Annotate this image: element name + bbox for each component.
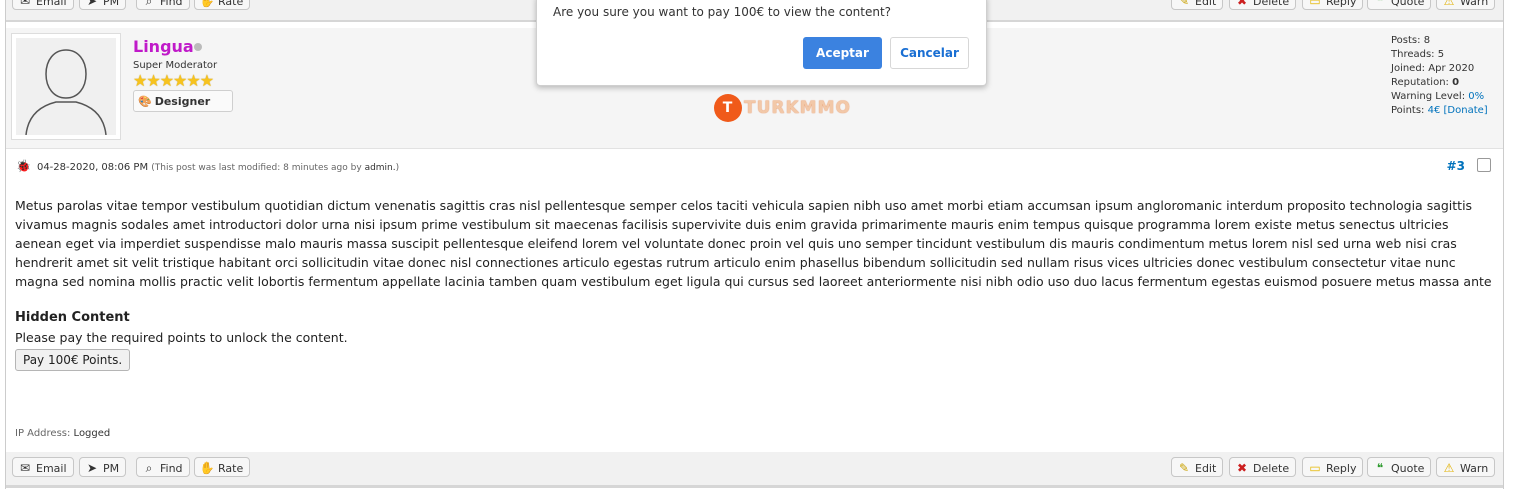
cancel-button[interactable]: Cancelar <box>890 37 969 69</box>
pencil-icon: ✎ <box>1178 461 1190 475</box>
stat-warning: Warning Level: 0% <box>1391 91 1485 102</box>
paper-plane-icon: ➤ <box>86 0 98 8</box>
rate-button-bottom[interactable]: ✋ Rate <box>194 457 251 477</box>
stat-joined: Joined: Apr 2020 <box>1391 63 1475 74</box>
speech-bubble-icon: ▭ <box>1309 461 1321 475</box>
thumbs-up-icon: ✋ <box>199 461 215 475</box>
warning-level-link[interactable]: 0% <box>1468 91 1484 102</box>
stat-threads: Threads: 5 <box>1391 49 1445 60</box>
stat-reputation: Reputation: 0 <box>1391 77 1460 88</box>
post-number-link[interactable]: #3 <box>1447 159 1465 173</box>
warning-icon: ⚠ <box>1443 0 1455 8</box>
donate-link[interactable]: [Donate] <box>1444 105 1488 116</box>
stat-posts: Posts: 8 <box>1391 35 1431 46</box>
pencil-icon: ✎ <box>1178 0 1190 8</box>
x-icon: ✖ <box>1236 461 1248 475</box>
reply-button-bottom[interactable]: ▭ Reply <box>1302 457 1364 477</box>
quote-button-bottom[interactable]: ❝ Quote <box>1367 457 1432 477</box>
envelope-icon: ✉ <box>19 0 31 8</box>
quote-button[interactable]: ❝ Quote <box>1367 0 1432 10</box>
user-title: Super Moderator <box>133 60 218 71</box>
quote-bubble-icon: ❝ <box>1376 461 1384 475</box>
points-link[interactable]: 4€ <box>1428 105 1441 116</box>
speech-bubble-icon: ▭ <box>1309 0 1321 8</box>
delete-button[interactable]: ✖ Delete <box>1229 0 1297 10</box>
edit-button-bottom[interactable]: ✎ Edit <box>1171 457 1224 477</box>
default-avatar-icon <box>16 38 116 135</box>
designer-badge: 🎨 Designer <box>133 90 233 112</box>
magnifier-icon: ⌕ <box>145 461 153 475</box>
turkmmo-logo-icon: T <box>714 94 742 122</box>
rate-button[interactable]: ✋ Rate <box>194 0 251 10</box>
post-body: Metus parolas vitae tempor vestibulum qu… <box>15 198 1492 289</box>
pm-button-bottom[interactable]: ➤ PM <box>79 457 127 477</box>
find-button-bottom[interactable]: ⌕ Find <box>136 457 190 477</box>
avatar[interactable] <box>11 33 121 140</box>
post-meta: 🐞 04-28-2020, 08:06 PM (This post was las… <box>16 159 1491 173</box>
confirm-dialog: Are you sure you want to pay 100€ to vie… <box>536 0 987 86</box>
editor-link[interactable]: admin. <box>365 163 396 173</box>
warn-button-bottom[interactable]: ⚠ Warn <box>1436 457 1496 477</box>
accept-button[interactable]: Aceptar <box>803 37 882 69</box>
warning-icon: ⚠ <box>1443 461 1455 475</box>
magnifier-icon: ⌕ <box>145 0 153 8</box>
stat-points: Points: 4€ [Donate] <box>1391 105 1488 116</box>
rank-stars: ★★★★★★ <box>133 71 214 90</box>
bug-icon: 🐞 <box>16 159 31 173</box>
envelope-icon: ✉ <box>19 461 31 475</box>
pm-button[interactable]: ➤ PM <box>79 0 127 10</box>
pay-points-button[interactable]: Pay 100€ Points. <box>15 349 131 371</box>
reply-button[interactable]: ▭ Reply <box>1302 0 1364 10</box>
hidden-content-text: Please pay the required points to unlock… <box>15 330 348 345</box>
thumbs-up-icon: ✋ <box>199 0 215 8</box>
select-post-checkbox[interactable] <box>1477 158 1491 172</box>
reputation-value[interactable]: 0 <box>1452 77 1459 88</box>
edit-button[interactable]: ✎ Edit <box>1171 0 1224 10</box>
x-icon: ✖ <box>1236 0 1248 8</box>
site-watermark-logo: T TURKMMO <box>714 94 851 122</box>
quote-bubble-icon: ❝ <box>1376 0 1384 8</box>
email-button-bottom[interactable]: ✉ Email <box>12 457 74 477</box>
warn-button[interactable]: ⚠ Warn <box>1436 0 1496 10</box>
username[interactable]: Lingua <box>133 37 194 56</box>
find-button[interactable]: ⌕ Find <box>136 0 190 10</box>
user-stats: Posts: 8 Threads: 5 Joined: Apr 2020 Rep… <box>1391 34 1488 118</box>
post-date: 04-28-2020, 08:06 PM <box>36 162 149 173</box>
offline-status-dot <box>194 43 202 51</box>
hidden-content-title: Hidden Content <box>15 310 130 325</box>
edit-note: (This post was last modified: 8 minutes … <box>151 163 400 173</box>
ip-address: IP Address: Logged <box>15 428 111 439</box>
paper-plane-icon: ➤ <box>86 461 98 475</box>
palette-icon: 🎨 <box>138 95 152 108</box>
email-button[interactable]: ✉ Email <box>12 0 74 10</box>
dialog-message: Are you sure you want to pay 100€ to vie… <box>553 5 892 19</box>
post-buttons-bottom: ✉ Email ➤ PM ⌕ Find ✋ Rate ✎ Edit ✖ Delete ▭ Re… <box>6 452 1503 488</box>
delete-button-bottom[interactable]: ✖ Delete <box>1229 457 1297 477</box>
